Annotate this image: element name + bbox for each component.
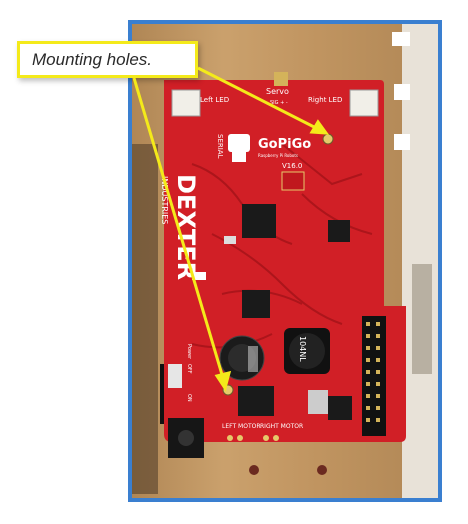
small-capacitor xyxy=(308,390,328,414)
right-connector xyxy=(349,89,379,117)
servo-pins xyxy=(274,72,288,86)
svg-text:V16.0: V16.0 xyxy=(282,162,302,170)
svg-text:OFF: OFF xyxy=(186,364,192,374)
svg-text:LEFT MOTOR: LEFT MOTOR xyxy=(222,423,261,430)
mounting-holes-callout: Mounting holes. xyxy=(17,41,198,78)
gpio-header xyxy=(362,316,386,436)
svg-text:Right LED: Right LED xyxy=(308,96,342,104)
gopigo-board-photo: Left LED Servo SIG + - Right LED SERIAL … xyxy=(132,24,438,498)
svg-text:INDUSTRIES: INDUSTRIES xyxy=(160,176,169,224)
svg-text:Left LED: Left LED xyxy=(200,96,229,104)
svg-text:Power: Power xyxy=(186,344,192,360)
photo-frame: Left LED Servo SIG + - Right LED SERIAL … xyxy=(128,20,442,502)
callout-text: Mounting holes. xyxy=(32,49,153,69)
svg-text:DEXTER: DEXTER xyxy=(172,174,200,280)
left-connector xyxy=(171,89,201,117)
mounting-hole-bottom xyxy=(222,384,234,396)
svg-text:SERIAL: SERIAL xyxy=(216,134,224,159)
voltage-regulator xyxy=(238,386,274,416)
power-switch xyxy=(168,364,182,388)
svg-text:104NL: 104NL xyxy=(298,336,307,362)
driver-chip xyxy=(328,220,350,242)
svg-text:Raspberry Pi Robots: Raspberry Pi Robots xyxy=(258,153,298,158)
svg-text:RIGHT MOTOR: RIGHT MOTOR xyxy=(260,423,303,430)
svg-text:Servo: Servo xyxy=(266,87,289,96)
motor-driver-chip xyxy=(242,290,270,318)
microcontroller-chip xyxy=(242,204,276,238)
robot-logo xyxy=(228,134,250,152)
svg-text:GoPiGo: GoPiGo xyxy=(258,137,311,152)
svg-text:ON: ON xyxy=(186,394,192,402)
svg-text:SIG + -: SIG + - xyxy=(270,100,288,106)
mounting-hole-top xyxy=(322,133,334,145)
